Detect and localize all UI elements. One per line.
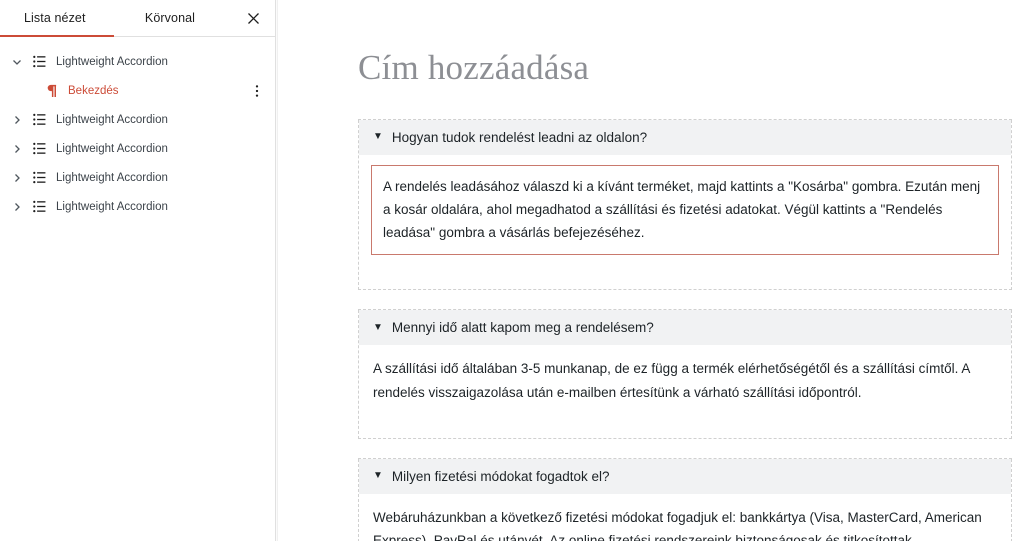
list-view-sidebar: Lista nézet Körvonal Lightweight Accordi… [0, 0, 276, 541]
tree-row-label: Lightweight Accordion [56, 55, 168, 68]
close-sidebar-button[interactable] [231, 0, 275, 36]
list-view-icon [28, 167, 50, 189]
chevron-right-icon[interactable] [6, 196, 28, 218]
tab-outline-label: Körvonal [144, 11, 196, 25]
list-view-icon [28, 109, 50, 131]
accordion-body[interactable]: A szállítási idő általában 3-5 munkanap,… [359, 345, 1011, 437]
list-view-icon [28, 196, 50, 218]
chevron-right-icon[interactable] [6, 109, 28, 131]
list-view-icon [28, 51, 50, 73]
accordion-answer-paragraph[interactable]: Webáruházunkban a következő fizetési mód… [373, 506, 997, 541]
accordion-header[interactable]: ▼ Mennyi idő alatt kapom meg a rendelése… [359, 310, 1011, 346]
caret-down-icon: ▼ [373, 131, 383, 143]
accordion-answer-paragraph[interactable]: A rendelés leadásához válaszd ki a kíván… [371, 164, 999, 256]
accordion-question: Hogyan tudok rendelést leadni az oldalon… [391, 129, 648, 145]
tree-row-label: Lightweight Accordion [56, 171, 168, 184]
tree-row[interactable]: Lightweight Accordion [0, 163, 275, 192]
caret-down-icon: ▼ [373, 470, 383, 482]
accordion-block[interactable]: ▼ Milyen fizetési módokat fogadtok el? W… [358, 457, 1012, 541]
accordion-question: Mennyi idő alatt kapom meg a rendelésem? [391, 320, 654, 336]
list-view-icon [28, 138, 50, 160]
accordion-block[interactable]: ▼ Mennyi idő alatt kapom meg a rendelése… [358, 309, 1012, 439]
accordion-header[interactable]: ▼ Milyen fizetési módokat fogadtok el? [359, 458, 1011, 494]
tab-outline[interactable]: Körvonal [114, 0, 226, 36]
chevron-down-icon[interactable] [6, 51, 28, 73]
tree-row-label: Lightweight Accordion [56, 142, 168, 155]
tree-row-label: Lightweight Accordion [56, 113, 168, 126]
close-icon [246, 11, 261, 26]
tree-row[interactable]: Lightweight Accordion [0, 105, 275, 134]
tree-row[interactable]: Lightweight Accordion [0, 192, 275, 221]
tree-row-label: Lightweight Accordion [56, 200, 168, 213]
chevron-right-icon[interactable] [6, 167, 28, 189]
accordion-block[interactable]: ▼ Hogyan tudok rendelést leadni az oldal… [358, 118, 1012, 291]
tree-row-label: Bekezdés [68, 84, 119, 97]
accordion-answer-paragraph[interactable]: A szállítási idő általában 3-5 munkanap,… [373, 357, 997, 403]
tab-list-view[interactable]: Lista nézet [0, 0, 114, 37]
block-editor-app: Lista nézet Körvonal Lightweight Accordi… [0, 0, 1024, 541]
editor-canvas: Cím hozzáadása ▼ Hogyan tudok rendelést … [278, 0, 1024, 541]
tree-row-selected[interactable]: Bekezdés [0, 76, 275, 105]
accordion-header[interactable]: ▼ Hogyan tudok rendelést leadni az oldal… [359, 119, 1011, 155]
accordion-body[interactable]: A rendelés leadásához válaszd ki a kíván… [359, 155, 1011, 290]
accordion-body[interactable]: Webáruházunkban a következő fizetési mód… [359, 494, 1011, 541]
tab-list-view-label: Lista nézet [24, 11, 86, 25]
caret-down-icon: ▼ [373, 321, 383, 333]
post-title-placeholder[interactable]: Cím hozzáadása [358, 46, 1012, 94]
accordion-list: ▼ Hogyan tudok rendelést leadni az oldal… [358, 118, 1012, 541]
block-tree: Lightweight Accordion Bekezdés Lightweig… [0, 37, 275, 221]
tree-row[interactable]: Lightweight Accordion [0, 134, 275, 163]
tree-row[interactable]: Lightweight Accordion [0, 47, 275, 76]
accordion-question: Milyen fizetési módokat fogadtok el? [391, 468, 610, 484]
chevron-right-icon[interactable] [6, 138, 28, 160]
paragraph-icon [40, 80, 62, 102]
block-options-menu-button[interactable] [245, 79, 269, 103]
sidebar-tabbar: Lista nézet Körvonal [0, 0, 275, 37]
